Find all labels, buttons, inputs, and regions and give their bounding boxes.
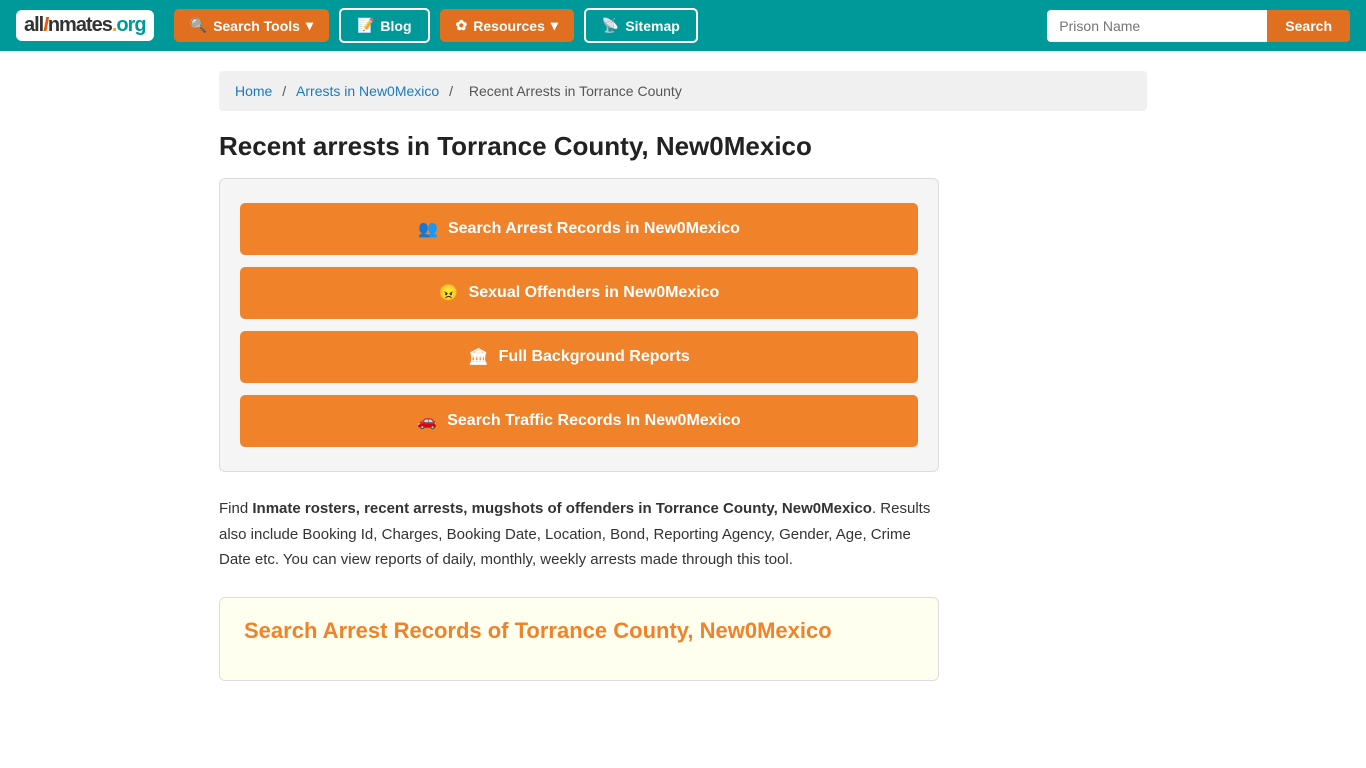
chevron-down-icon-resources: ▾ [551, 17, 558, 34]
sexual-offenders-button[interactable]: 😠 Sexual Offenders in New0Mexico [240, 267, 918, 319]
chevron-down-icon: ▾ [306, 17, 313, 34]
logo-text: all [24, 14, 43, 36]
search-tools-label: Search Tools [213, 18, 300, 34]
breadcrumb-arrests[interactable]: Arrests in New0Mexico [296, 83, 439, 99]
search-section: Search Arrest Records of Torrance County… [219, 597, 939, 681]
search-icon: 🔍 [190, 17, 207, 34]
arrest-records-button[interactable]: 👥 Search Arrest Records in New0Mexico [240, 203, 918, 255]
search-tools-button[interactable]: 🔍 Search Tools ▾ [174, 9, 329, 42]
background-reports-icon: 🏛 [468, 347, 488, 367]
traffic-records-button[interactable]: 🚗 Search Traffic Records In New0Mexico [240, 395, 918, 447]
action-card: 👥 Search Arrest Records in New0Mexico 😠 … [219, 178, 939, 472]
description: Find Inmate rosters, recent arrests, mug… [219, 496, 939, 573]
blog-label: Blog [380, 18, 411, 34]
prison-search-button[interactable]: Search [1267, 10, 1350, 42]
page-title: Recent arrests in Torrance County, New0M… [219, 131, 1147, 162]
sexual-offenders-label: Sexual Offenders in New0Mexico [469, 284, 720, 302]
sitemap-label: Sitemap [625, 18, 679, 34]
sitemap-icon: 📡 [602, 17, 619, 34]
logo-org: org [116, 14, 145, 36]
resources-icon: ✿ [456, 17, 468, 34]
breadcrumb-current: Recent Arrests in Torrance County [469, 83, 682, 99]
sitemap-button[interactable]: 📡 Sitemap [584, 8, 698, 43]
description-bold: Inmate rosters, recent arrests, mugshots… [252, 500, 872, 517]
arrest-records-icon: 👥 [418, 219, 438, 239]
traffic-records-icon: 🚗 [417, 411, 437, 431]
background-reports-label: Full Background Reports [499, 348, 690, 366]
prison-name-input[interactable] [1047, 10, 1267, 42]
blog-button[interactable]: 📝 Blog [339, 8, 430, 43]
breadcrumb-sep-1: / [282, 83, 290, 99]
background-reports-button[interactable]: 🏛 Full Background Reports [240, 331, 918, 383]
main-container: Home / Arrests in New0Mexico / Recent Ar… [203, 51, 1163, 701]
navbar: allInmates.org 🔍 Search Tools ▾ 📝 Blog ✿… [0, 0, 1366, 51]
search-submit-label: Search [1285, 18, 1332, 34]
logo-nmates: nmates [48, 14, 112, 36]
prison-search-group: Search [1047, 10, 1350, 42]
breadcrumb: Home / Arrests in New0Mexico / Recent Ar… [219, 71, 1147, 111]
breadcrumb-home[interactable]: Home [235, 83, 272, 99]
resources-label: Resources [473, 18, 545, 34]
resources-button[interactable]: ✿ Resources ▾ [440, 9, 574, 42]
blog-icon: 📝 [357, 17, 374, 34]
search-section-title: Search Arrest Records of Torrance County… [244, 618, 914, 644]
description-intro: Find [219, 500, 252, 517]
traffic-records-label: Search Traffic Records In New0Mexico [447, 412, 740, 430]
sexual-offenders-icon: 😠 [439, 283, 459, 303]
breadcrumb-sep-2: / [449, 83, 457, 99]
site-logo[interactable]: allInmates.org [16, 10, 154, 41]
arrest-records-label: Search Arrest Records in New0Mexico [448, 220, 740, 238]
